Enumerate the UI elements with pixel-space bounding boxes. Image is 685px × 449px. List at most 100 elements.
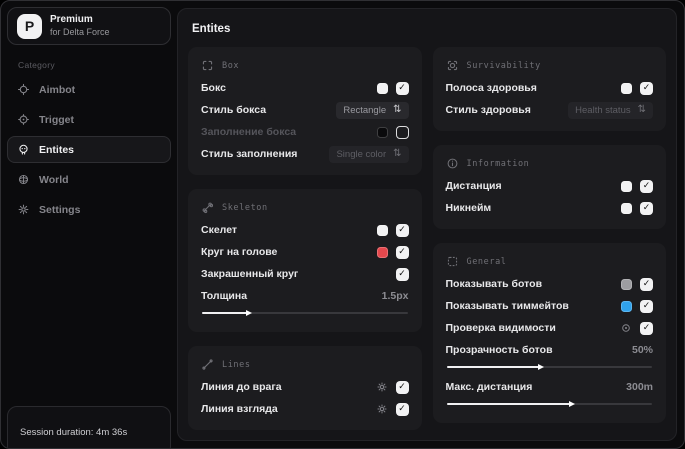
toggle-checkbox[interactable]: ✓ xyxy=(395,267,409,281)
row-controls: ✓ xyxy=(376,402,409,416)
dropdown[interactable]: Rectangle ⇅ xyxy=(336,101,409,119)
slider-thumb[interactable] xyxy=(538,364,545,370)
toggle-checkbox[interactable]: ✓ xyxy=(640,277,653,291)
setting-label: Макс. дистанция xyxy=(445,381,533,393)
setting-label: Стиль здоровья xyxy=(445,104,531,116)
session-duration-text: Session duration: 4m 36s xyxy=(20,427,128,438)
setting-row: Линия до врага ✓ xyxy=(201,376,409,398)
toggle-checkbox[interactable]: ✓ xyxy=(395,402,409,416)
app-window: P Premium for Delta Force Category Aimbo… xyxy=(0,0,685,449)
dropdown[interactable]: Single color ⇅ xyxy=(329,145,409,163)
row-controls: ✓ xyxy=(621,81,653,95)
row-controls: ✓ xyxy=(395,267,409,281)
app-title: Premium xyxy=(50,14,93,26)
sidebar-item-label: Settings xyxy=(39,203,81,216)
right-column: Survivability Полоса здоровья ✓ Стиль здоро… xyxy=(432,47,666,423)
setting-row: Стиль здоровья Health status ⇅ xyxy=(445,99,653,121)
setting-label: Показывать тиммейтов xyxy=(445,300,569,312)
row-controls: ✓ xyxy=(620,321,653,335)
panel-title: Skeleton xyxy=(222,202,268,213)
color-swatch[interactable] xyxy=(376,82,388,94)
toggle-checkbox[interactable]: ✓ xyxy=(395,223,409,237)
setting-row: Показывать тиммейтов ✓ xyxy=(445,295,653,317)
row-controls: ✓ xyxy=(376,223,409,237)
panel-information: Information Дистанция ✓ Никнейм ✓ xyxy=(432,145,666,229)
gear-icon[interactable] xyxy=(376,381,388,393)
survivability-icon xyxy=(446,59,459,72)
setting-label: Прозрачность ботов xyxy=(445,344,553,356)
app-subtitle: for Delta Force xyxy=(50,26,110,37)
slider-setting-row: Макс. дистанция 300m xyxy=(446,376,654,407)
color-swatch[interactable] xyxy=(376,126,388,138)
toggle-checkbox[interactable]: ✓ xyxy=(640,321,653,335)
setting-row: Макс. дистанция 300m xyxy=(446,376,654,398)
panel-header: Lines xyxy=(201,358,409,371)
updown-arrows-icon: ⇅ xyxy=(393,104,402,115)
color-swatch[interactable] xyxy=(621,82,632,94)
sidebar-item-label: Trigget xyxy=(39,113,75,126)
color-swatch[interactable] xyxy=(376,224,388,236)
box-icon xyxy=(201,59,214,72)
slider[interactable] xyxy=(202,310,408,316)
setting-row: Полоса здоровья ✓ xyxy=(445,77,653,99)
gear-icon[interactable] xyxy=(376,403,388,415)
slider-thumb[interactable] xyxy=(568,401,575,407)
setting-row: Закрашенный круг ✓ xyxy=(201,263,409,285)
sidebar-item-trigget[interactable]: Trigget xyxy=(7,106,171,133)
slider-thumb[interactable] xyxy=(246,310,253,316)
slider[interactable] xyxy=(446,364,652,370)
panel-title: Survivability xyxy=(466,60,541,71)
updown-arrows-icon: ⇅ xyxy=(393,148,402,159)
panel-header: Survivability xyxy=(446,59,654,72)
panel-skeleton: Skeleton Скелет ✓ Круг на голове ✓ Закрашенны… xyxy=(188,189,422,332)
toggle-checkbox[interactable]: ✓ xyxy=(395,81,409,95)
sidebar-item-aimbot[interactable]: Aimbot xyxy=(7,76,171,103)
row-controls: ✓ xyxy=(621,201,653,215)
lines-icon xyxy=(201,358,214,371)
sidebar-item-world[interactable]: World xyxy=(7,166,171,193)
setting-row: Стиль заполнения Single color ⇅ xyxy=(201,143,409,165)
setting-row: Заполнение бокса xyxy=(201,121,409,143)
slider-fill xyxy=(202,312,250,314)
toggle-checkbox[interactable]: ✓ xyxy=(395,380,409,394)
setting-row: Прозрачность ботов 50% xyxy=(446,339,654,361)
slider-value: 300m xyxy=(626,381,653,393)
color-swatch[interactable] xyxy=(621,180,632,192)
sidebar-item-label: Aimbot xyxy=(39,83,76,96)
world-icon xyxy=(17,173,30,186)
panel-header: Information xyxy=(446,157,654,170)
setting-label: Линия взгляда xyxy=(201,403,278,415)
setting-label: Стиль заполнения xyxy=(201,148,298,160)
left-column: Box Бокс ✓ Стиль бокса Rectangle ⇅ Заполнение … xyxy=(188,47,422,430)
setting-row: Никнейм ✓ xyxy=(446,197,653,219)
panel-box: Box Бокс ✓ Стиль бокса Rectangle ⇅ Заполнение … xyxy=(188,47,422,175)
setting-label: Круг на голове xyxy=(201,246,278,258)
setting-row: Проверка видимости ✓ xyxy=(446,317,653,339)
color-swatch[interactable] xyxy=(376,246,388,258)
dropdown[interactable]: Health status ⇅ xyxy=(568,101,653,119)
color-swatch[interactable] xyxy=(621,278,632,290)
setting-label: Бокс xyxy=(201,82,226,94)
setting-label: Полоса здоровья xyxy=(445,82,537,94)
setting-label: Показывать ботов xyxy=(445,278,543,290)
sidebar-item-entites[interactable]: Entites xyxy=(7,136,171,163)
color-swatch[interactable] xyxy=(621,300,632,312)
toggle-checkbox[interactable]: ✓ xyxy=(395,245,409,259)
row-controls: ✓ xyxy=(376,245,409,259)
toggle-checkbox[interactable]: ✓ xyxy=(640,81,653,95)
setting-row: Дистанция ✓ xyxy=(446,175,653,197)
entities-icon xyxy=(17,143,30,156)
panel-title: General xyxy=(466,256,507,267)
slider[interactable] xyxy=(446,401,652,407)
color-swatch[interactable] xyxy=(621,202,632,214)
toggle-checkbox[interactable]: ✓ xyxy=(640,299,653,313)
toggle-checkbox[interactable]: ✓ xyxy=(640,179,653,193)
sidebar-item-settings[interactable]: Settings xyxy=(7,196,171,223)
toggle-checkbox[interactable]: ✓ xyxy=(640,201,653,215)
dropdown-value: Rectangle xyxy=(343,104,387,116)
sidebar: P Premium for Delta Force Category Aimbo… xyxy=(1,1,177,448)
setting-row: Бокс ✓ xyxy=(201,77,409,99)
toggle-checkbox[interactable] xyxy=(395,125,409,139)
page-title: Entites xyxy=(192,23,231,35)
eye-icon xyxy=(620,322,632,334)
